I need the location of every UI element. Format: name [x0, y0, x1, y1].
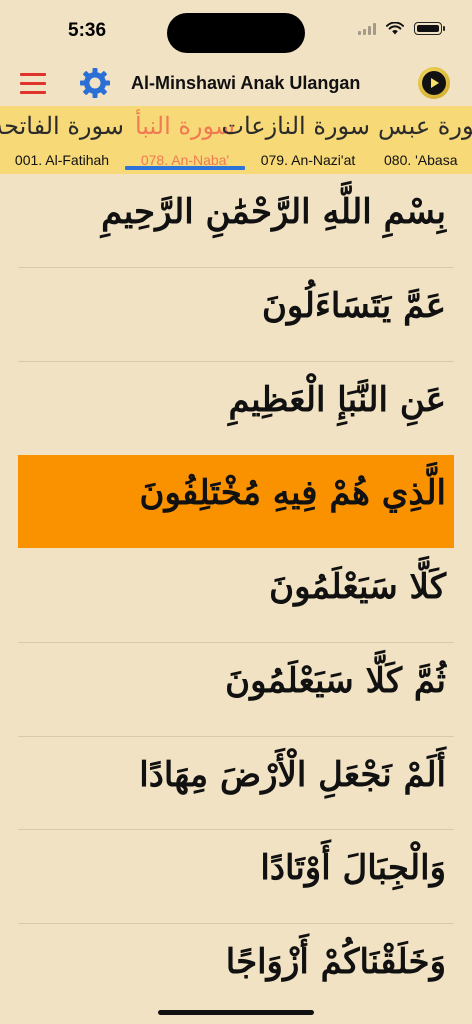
verse-list[interactable]: بِسْمِ اللَّهِ الرَّحْمَٰنِ الرَّحِيمِ ع… [0, 174, 472, 1024]
verse-text: وَالْجِبَالَ أَوْتَادًا [260, 848, 446, 888]
verse-row-8[interactable]: وَخَلَقْنَاكُمْ أَزْوَاجًا [18, 924, 454, 1017]
surah-calligraphy: سورة الفاتحة [0, 112, 124, 140]
reciter-logo-button[interactable] [418, 67, 450, 99]
page-title: Al-Minshawi Anak Ulangan [131, 73, 361, 93]
verse-text: ثُمَّ كَلَّا سَيَعْلَمُونَ [225, 661, 446, 701]
verse-row-5[interactable]: ثُمَّ كَلَّا سَيَعْلَمُونَ [18, 643, 454, 736]
verse-text: بِسْمِ اللَّهِ الرَّحْمَٰنِ الرَّحِيمِ [101, 192, 446, 232]
surah-calligraphy: سورة عبس [378, 112, 472, 140]
cellular-signal-icon [358, 22, 376, 35]
wifi-icon [386, 22, 404, 35]
verse-row-0[interactable]: بِسْمِ اللَّهِ الرَّحْمَٰنِ الرَّحِيمِ [18, 174, 454, 267]
tab-surah-al-fatihah[interactable]: سورة الفاتحة 001. Al-Fatihah [0, 106, 124, 174]
verse-row-1[interactable]: عَمَّ يَتَسَاءَلُونَ [18, 268, 454, 361]
verse-text: وَخَلَقْنَاكُمْ أَزْوَاجًا [225, 942, 446, 982]
settings-gear-button[interactable] [77, 65, 113, 101]
verse-text: كَلَّا سَيَعْلَمُونَ [269, 567, 446, 607]
menu-button[interactable] [20, 73, 46, 95]
surah-tab-bar: سورة الفاتحة 001. Al-Fatihah سورة النبأ … [0, 106, 472, 174]
verse-row-3-highlighted[interactable]: الَّذِي هُمْ فِيهِ مُخْتَلِفُونَ [18, 455, 454, 548]
navigation-bar: Al-Minshawi Anak Ulangan [0, 60, 472, 106]
status-icons [358, 22, 445, 35]
tab-surah-an-naziat[interactable]: سورة النازعات 079. An-Nazi'at [221, 106, 370, 174]
home-indicator[interactable] [158, 1010, 314, 1015]
verse-text: أَلَمْ نَجْعَلِ الْأَرْضَ مِهَادًا [139, 755, 446, 795]
surah-tab-label: 001. Al-Fatihah [14, 152, 110, 168]
verse-row-4[interactable]: كَلَّا سَيَعْلَمُونَ [18, 549, 454, 642]
verse-row-2[interactable]: عَنِ النَّبَإِ الْعَظِيمِ [18, 362, 454, 455]
verse-row-6[interactable]: أَلَمْ نَجْعَلِ الْأَرْضَ مِهَادًا [18, 737, 454, 830]
battery-icon [414, 22, 445, 35]
surah-tab-label: 080. 'Abasa [384, 152, 458, 168]
tab-surah-abasa[interactable]: سورة عبس 080. 'Abasa [370, 106, 472, 174]
status-time: 5:36 [68, 20, 107, 41]
surah-calligraphy: سورة النازعات [221, 112, 370, 140]
surah-tab-label: 079. An-Nazi'at [260, 152, 356, 168]
verse-row-7[interactable]: وَالْجِبَالَ أَوْتَادًا [18, 830, 454, 923]
verse-text: عَنِ النَّبَإِ الْعَظِيمِ [228, 380, 446, 420]
play-icon [431, 78, 439, 88]
dynamic-island [167, 13, 305, 53]
verse-text: عَمَّ يَتَسَاءَلُونَ [261, 286, 446, 326]
verse-text: الَّذِي هُمْ فِيهِ مُخْتَلِفُونَ [139, 473, 446, 513]
status-bar: 5:36 [0, 0, 472, 60]
active-tab-indicator [125, 166, 245, 170]
